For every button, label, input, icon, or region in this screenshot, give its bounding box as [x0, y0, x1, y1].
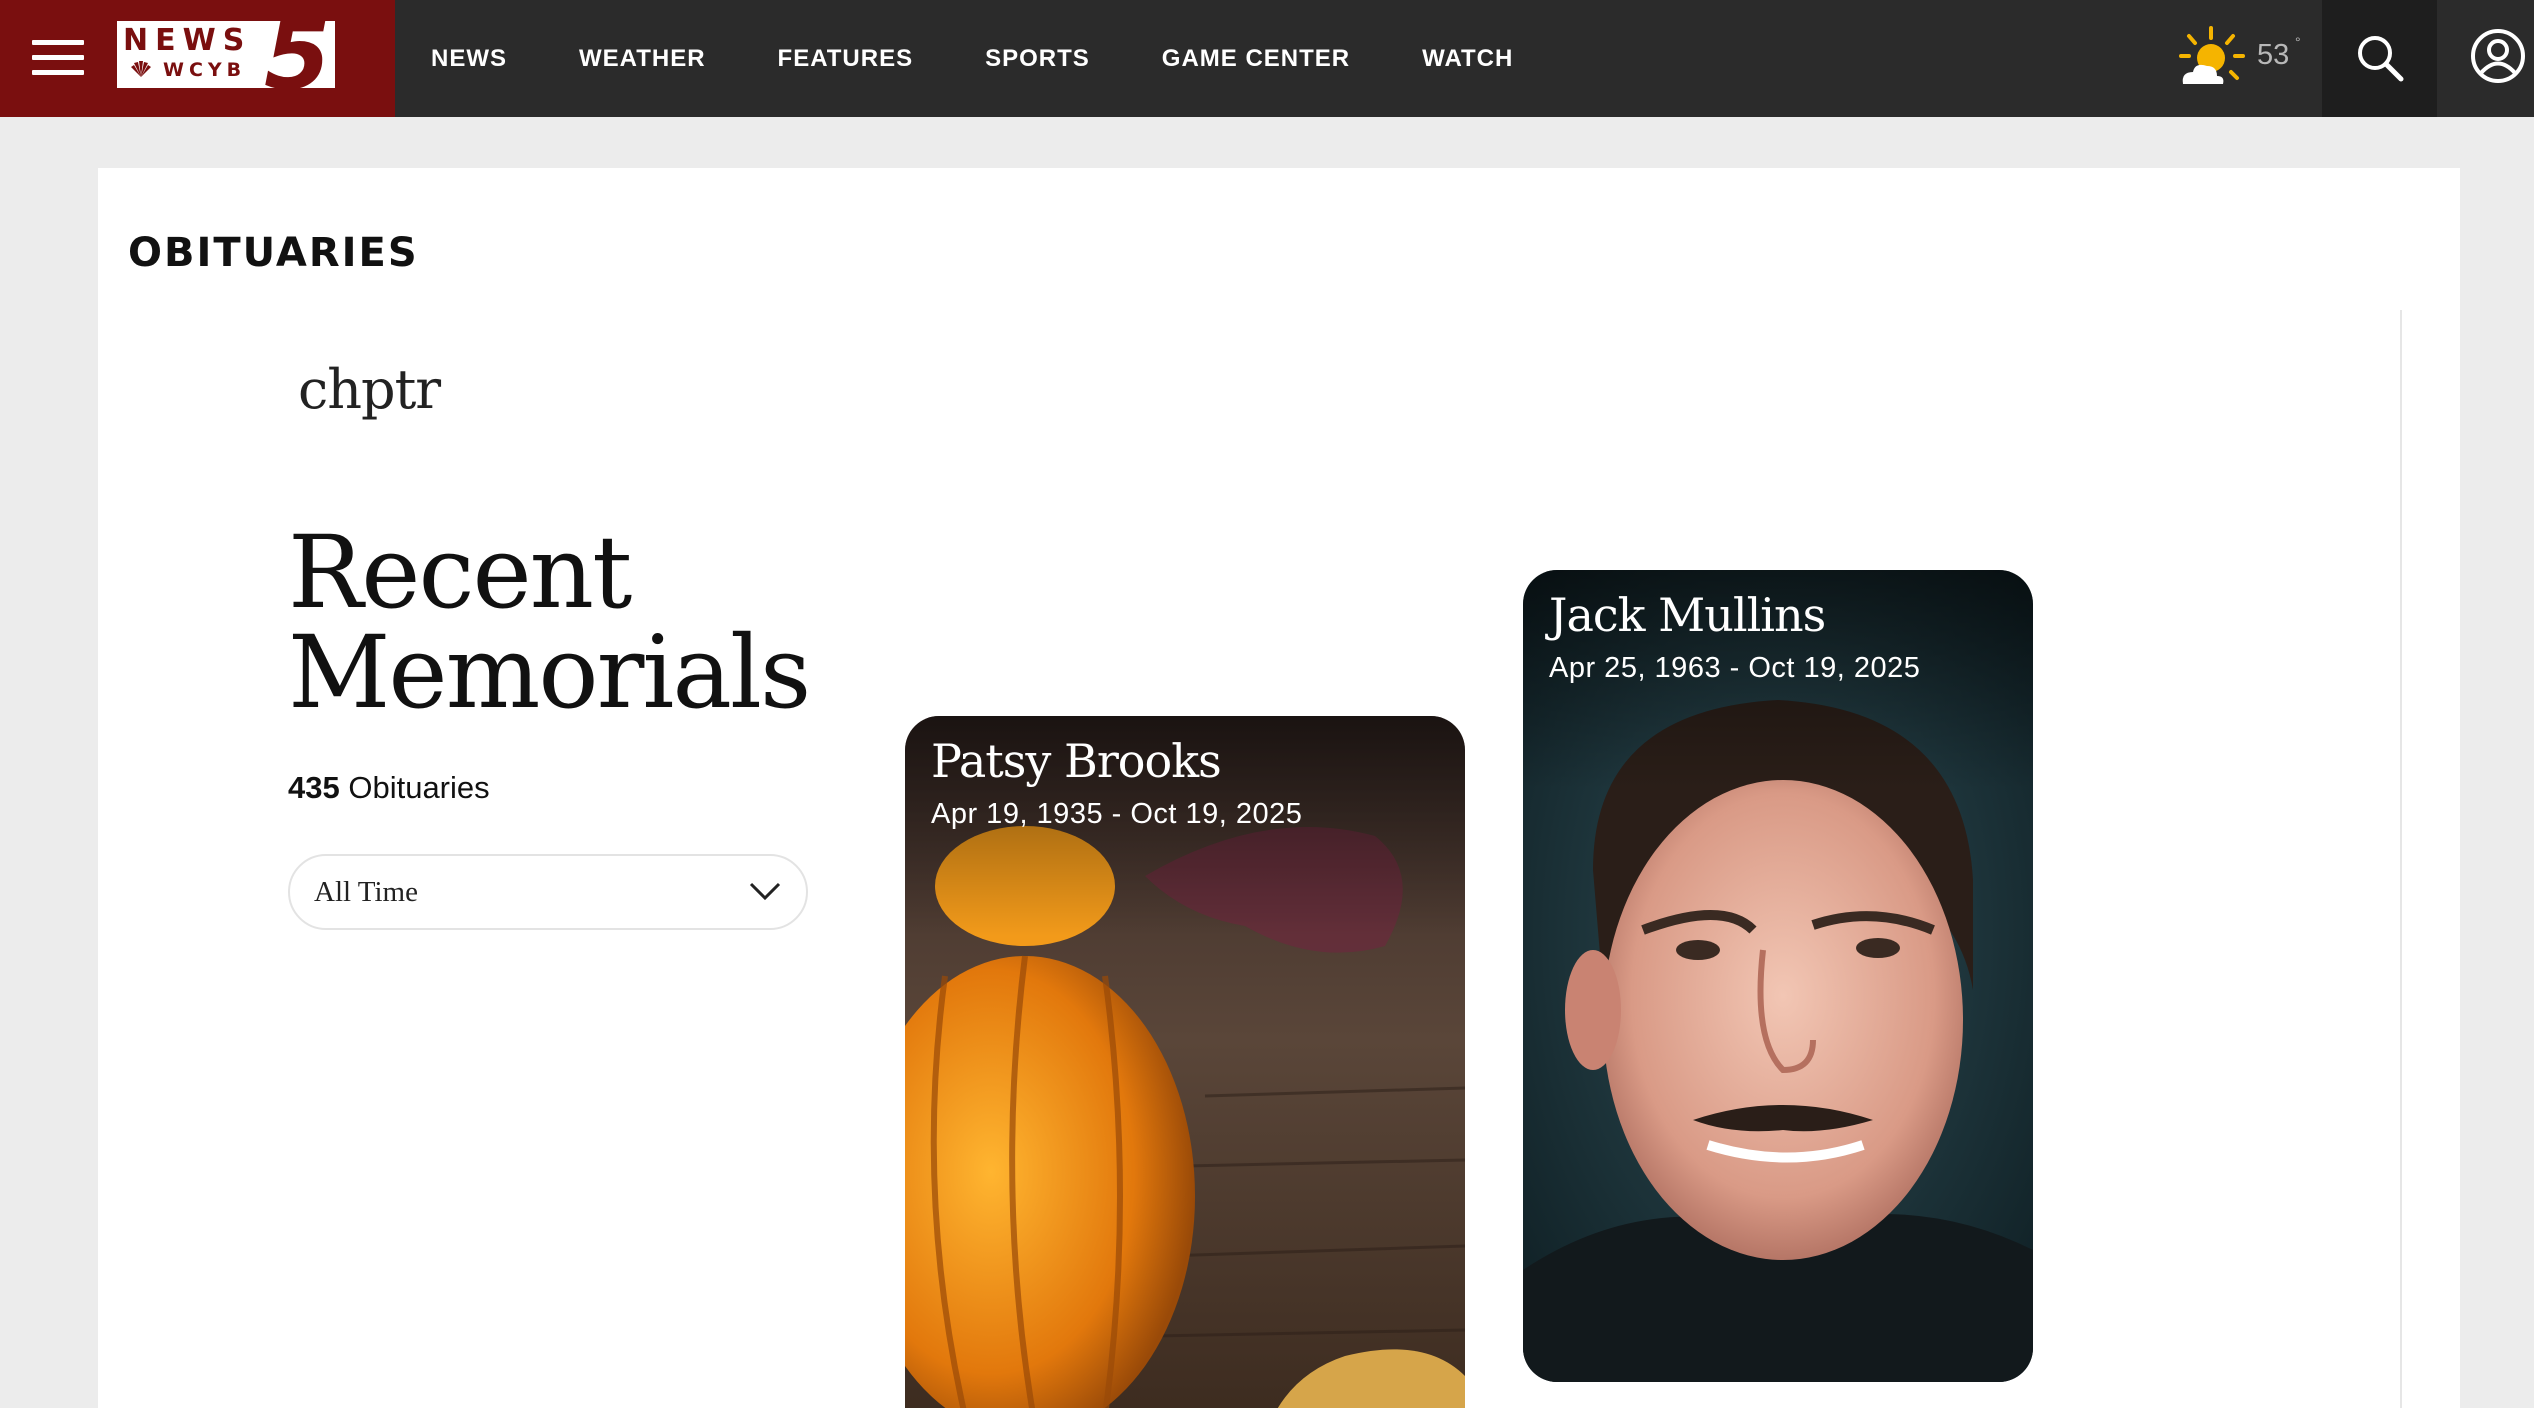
time-filter-value: All Time [314, 876, 418, 908]
weather-degree: ° [2295, 34, 2301, 50]
memorial-name: Jack Mullins [1549, 588, 1826, 642]
hamburger-menu-icon[interactable] [32, 38, 84, 78]
obituary-count-label: Obituaries [339, 770, 490, 805]
nav-features[interactable]: FEATURES [778, 45, 914, 73]
search-icon [2358, 36, 2404, 82]
logo-number: 5 [264, 21, 331, 88]
memorial-dates: Apr 25, 1963 - Oct 19, 2025 [1549, 652, 1921, 684]
main-nav: NEWS WEATHER FEATURES SPORTS GAME CENTER… [431, 0, 1585, 117]
memorial-card[interactable]: Jack Mullins Apr 25, 1963 - Oct 19, 2025 [1523, 570, 2033, 1382]
weather-widget[interactable]: 53 ° [2175, 26, 2305, 90]
nav-watch[interactable]: WATCH [1422, 45, 1513, 73]
content-card: OBITUARIES chptr Recent Memorials 435 Ob… [98, 168, 2460, 1408]
heading-line-2: Memorials [288, 614, 811, 731]
chevron-down-icon [749, 882, 781, 901]
nav-weather[interactable]: WEATHER [579, 45, 706, 73]
obituary-count: 435 Obituaries [288, 770, 490, 806]
memorials-heading: Recent Memorials [288, 523, 888, 723]
weather-temperature: 53 [2257, 39, 2290, 71]
nav-sports[interactable]: SPORTS [985, 45, 1090, 73]
memorial-name: Patsy Brooks [931, 734, 1222, 788]
embed-frame-border [2400, 310, 2402, 1408]
partner-logo[interactable]: chptr [298, 358, 441, 421]
page-title: OBITUARIES [128, 230, 419, 276]
logo-news-text: NEWS [123, 23, 252, 58]
memorial-dates: Apr 19, 1935 - Oct 19, 2025 [931, 798, 1303, 830]
brand-block: NEWS WCYB 5 [0, 0, 395, 117]
site-logo[interactable]: NEWS WCYB 5 [117, 21, 335, 88]
nav-game-center[interactable]: GAME CENTER [1162, 45, 1350, 73]
partly-sunny-icon [2179, 26, 2245, 84]
nav-news[interactable]: NEWS [431, 45, 507, 73]
account-button[interactable] [2470, 28, 2526, 84]
peacock-icon [131, 61, 151, 77]
account-icon [2471, 29, 2525, 83]
search-button[interactable] [2322, 0, 2437, 117]
memorial-card[interactable]: Patsy Brooks Apr 19, 1935 - Oct 19, 2025 [905, 716, 1465, 1408]
time-filter-select[interactable]: All Time [288, 854, 808, 930]
top-navigation-bar: NEWS WCYB 5 NEWS WEATHER FEATURES SPORTS… [0, 0, 2534, 117]
obituary-count-value: 435 [288, 770, 340, 805]
logo-call-letters: WCYB [163, 59, 247, 81]
